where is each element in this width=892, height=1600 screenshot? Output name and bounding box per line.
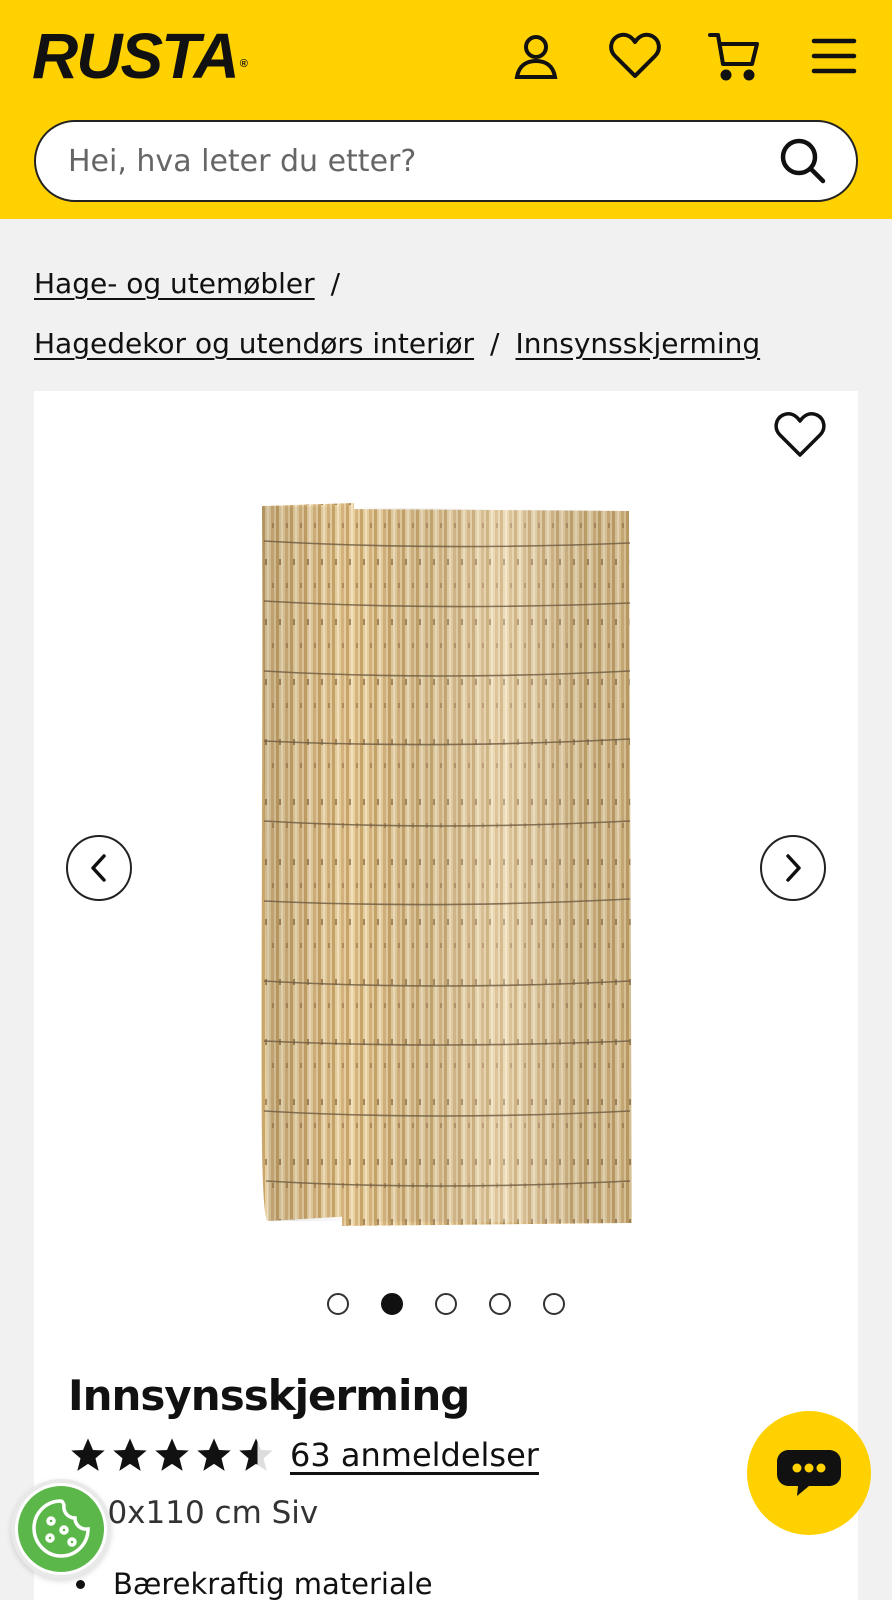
product-title: Innsynsskjerming [68,1371,470,1420]
add-to-favorites-heart-icon[interactable] [774,411,826,463]
breadcrumb-link-hage-og-utemobler[interactable]: Hage- og utemøbler [34,267,315,300]
product-rating: 63 anmeldelser [68,1431,539,1479]
next-image-button[interactable] [760,835,826,901]
product-image-reed-screen [234,481,654,1261]
breadcrumb-separator: / [490,327,500,360]
gallery-pagination [34,1293,858,1315]
gallery-dot[interactable] [381,1293,403,1315]
chat-icon [777,1450,841,1496]
breadcrumb: Hage- og utemøbler / Hagedekor og utendør… [34,254,864,374]
heart-icon[interactable] [607,28,663,84]
breadcrumb-link-hagedekor[interactable]: Hagedekor og utendørs interiør [34,327,474,360]
rusta-logo[interactable]: RUSTA ® [32,24,248,88]
feature-text: Bærekraftig materiale [113,1567,433,1600]
cart-icon[interactable] [706,28,762,84]
menu-icon[interactable] [806,28,862,84]
reviews-link[interactable]: 63 anmeldelser [290,1436,539,1474]
gallery-dot[interactable] [543,1293,565,1315]
search-bar [34,120,858,202]
star-icon [113,1438,147,1471]
search-icon[interactable] [778,136,828,186]
previous-image-button[interactable] [66,835,132,901]
feature-list-item: Bærekraftig materiale [68,1567,433,1600]
cookie-icon [18,1486,104,1572]
star-icon [197,1438,231,1471]
gallery-dot[interactable] [489,1293,511,1315]
star-icon [71,1438,105,1471]
gallery-dot[interactable] [327,1293,349,1315]
search-input[interactable] [68,138,768,184]
gallery-dot[interactable] [435,1293,457,1315]
half-star-icon [239,1438,273,1471]
bullet [76,1579,85,1589]
star-icon [155,1438,189,1471]
site-header: RUSTA ® [0,0,892,219]
chat-button[interactable] [747,1411,871,1535]
cookie-settings-button[interactable] [11,1479,111,1579]
user-icon[interactable] [508,28,564,84]
product-card: Innsynsskjerming 63 anmeldelser 300x110 … [34,391,858,1600]
chevron-left-icon [91,854,106,882]
rating-stars [68,1435,276,1475]
breadcrumb-separator: / [330,267,341,300]
chevron-right-icon [786,854,801,882]
breadcrumb-link-innsynsskjerming[interactable]: Innsynsskjerming [515,327,760,360]
